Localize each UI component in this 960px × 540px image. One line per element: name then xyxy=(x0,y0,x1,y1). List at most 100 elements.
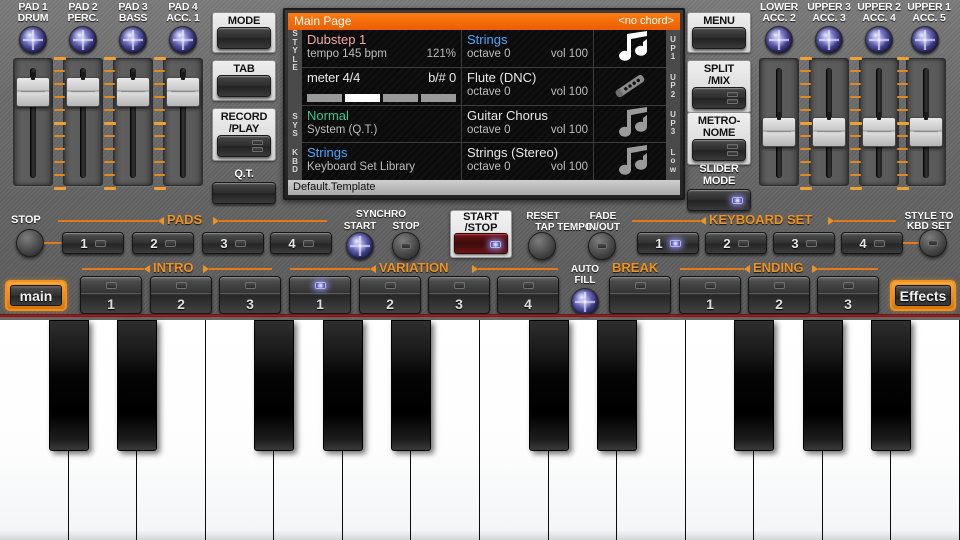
slider-knob[interactable] xyxy=(166,77,200,107)
variation-button-4[interactable]: 4 xyxy=(497,276,559,314)
pad-button-4[interactable]: 4 xyxy=(270,232,332,254)
menu-button-group[interactable]: MENU xyxy=(687,12,751,53)
slider-pad-4[interactable] xyxy=(163,58,203,186)
effects-button-group[interactable]: Effects xyxy=(890,280,956,311)
slider-upper3[interactable] xyxy=(809,58,849,186)
tab-button-group[interactable]: TAB xyxy=(212,60,276,101)
piano-black-key[interactable] xyxy=(803,320,843,451)
synchro-stop-button[interactable] xyxy=(392,232,420,260)
pad-button-2[interactable]: 2 xyxy=(132,232,194,254)
slider-pad-2[interactable] xyxy=(63,58,103,186)
mode-button[interactable] xyxy=(217,27,271,49)
ending-button-3[interactable]: 3 xyxy=(817,276,879,314)
intro-button-3[interactable]: 3 xyxy=(219,276,281,314)
part-select-button-upper3[interactable] xyxy=(815,26,843,54)
qt-button-group[interactable]: Q.T. xyxy=(212,168,276,204)
start-stop-button-group[interactable]: START /STOP xyxy=(450,210,512,258)
lcd-row-style[interactable]: Dubstep 1 tempo 145 bpm 121% Strings oct… xyxy=(302,30,666,68)
slider-pad-1[interactable] xyxy=(13,58,53,186)
qt-button[interactable] xyxy=(212,182,276,204)
intro-button-2[interactable]: 2 xyxy=(150,276,212,314)
pad-select-button-4[interactable] xyxy=(169,26,197,54)
split-mix-button[interactable] xyxy=(692,87,746,109)
keyboard-set-button-3[interactable]: 3 xyxy=(773,232,835,254)
ending-button-1[interactable]: 1 xyxy=(679,276,741,314)
slider-knob[interactable] xyxy=(16,77,50,107)
main-button-group[interactable]: main xyxy=(5,280,67,311)
lower-volume: vol 100 xyxy=(551,160,588,174)
synchro-start-button[interactable] xyxy=(346,232,374,260)
keyboard-set-button-1[interactable]: 1 xyxy=(637,232,699,254)
upper3-cell[interactable]: Guitar Chorus octave 0 vol 100 xyxy=(462,106,594,143)
lcd-row-kbd[interactable]: Strings Keyboard Set Library Strings (St… xyxy=(302,143,666,180)
lcd-display[interactable]: Main Page <no chord> STYLE SYS KBD Dubst… xyxy=(283,8,685,200)
mode-button-group[interactable]: MODE xyxy=(212,12,276,53)
part-select-button-upper2[interactable] xyxy=(865,26,893,54)
lower-cell[interactable]: Strings (Stereo) octave 0 vol 100 xyxy=(462,143,594,180)
pad-select-button-2[interactable] xyxy=(69,26,97,54)
record-play-button[interactable] xyxy=(217,135,271,157)
slider-knob[interactable] xyxy=(812,117,846,147)
intro-button-1[interactable]: 1 xyxy=(80,276,142,314)
main-button[interactable]: main xyxy=(10,285,62,306)
style-meter-cell[interactable]: meter 4/4 b/# 0 xyxy=(302,68,462,105)
fade-in-out-button[interactable] xyxy=(588,232,616,260)
upper2-cell[interactable]: Flute (DNC) octave 0 vol 100 xyxy=(462,68,594,105)
lcd-row-sys[interactable]: Normal System (Q.T.) Guitar Chorus octav… xyxy=(302,106,666,144)
break-button[interactable] xyxy=(609,276,671,314)
piano-black-key[interactable] xyxy=(391,320,431,451)
keyboard-set-button-2[interactable]: 2 xyxy=(705,232,767,254)
variation-button-1[interactable]: 1 xyxy=(289,276,351,314)
style-transpose: b/# 0 xyxy=(428,70,456,86)
upper1-cell[interactable]: Strings octave 0 vol 100 xyxy=(462,30,594,67)
split-mix-button-group[interactable]: SPLIT /MIX xyxy=(687,60,751,113)
slider-knob[interactable] xyxy=(116,77,150,107)
part-select-button-upper1[interactable] xyxy=(911,26,939,54)
menu-button[interactable] xyxy=(692,27,746,49)
style-to-kbd-set-button[interactable] xyxy=(919,229,947,257)
metronome-button[interactable] xyxy=(692,139,746,161)
slider-knob[interactable] xyxy=(66,77,100,107)
start-stop-button[interactable] xyxy=(454,233,508,254)
keyboard-set-button-4[interactable]: 4 xyxy=(841,232,903,254)
pad-select-button-1[interactable] xyxy=(19,26,47,54)
piano-black-key[interactable] xyxy=(734,320,774,451)
slider-knob[interactable] xyxy=(762,117,796,147)
slider-pad-3[interactable] xyxy=(113,58,153,186)
pad-button-1[interactable]: 1 xyxy=(62,232,124,254)
slider-knob[interactable] xyxy=(909,117,943,147)
lcd-row-meter[interactable]: meter 4/4 b/# 0 Flute (DNC) xyxy=(302,68,666,106)
variation-button-3[interactable]: 3 xyxy=(428,276,490,314)
slider-upper2[interactable] xyxy=(859,58,899,186)
piano-black-key[interactable] xyxy=(49,320,89,451)
piano-black-key[interactable] xyxy=(254,320,294,451)
slider-mode-button-group[interactable]: SLIDER MODE xyxy=(687,163,751,211)
slider-mode-button[interactable] xyxy=(687,189,751,211)
piano-black-key[interactable] xyxy=(597,320,637,451)
stop-button[interactable] xyxy=(16,229,44,257)
tab-button[interactable] xyxy=(217,75,271,97)
piano-black-key[interactable] xyxy=(529,320,569,451)
variation-button-2[interactable]: 2 xyxy=(359,276,421,314)
pad-button-3[interactable]: 3 xyxy=(202,232,264,254)
piano-black-key[interactable] xyxy=(871,320,911,451)
piano-keyboard[interactable] xyxy=(0,320,960,540)
reset-tap-tempo-button[interactable] xyxy=(528,232,556,260)
metronome-button-group[interactable]: METRO- NOME xyxy=(687,112,751,165)
record-play-button-group[interactable]: RECORD /PLAY xyxy=(212,108,276,161)
effects-button[interactable]: Effects xyxy=(895,285,951,306)
piano-black-key[interactable] xyxy=(323,320,363,451)
pad-select-button-3[interactable] xyxy=(119,26,147,54)
slider-lower[interactable] xyxy=(759,58,799,186)
part-select-button-lower[interactable] xyxy=(765,26,793,54)
slider-upper1[interactable] xyxy=(906,58,946,186)
piano-black-key[interactable] xyxy=(117,320,157,451)
system-cell[interactable]: Normal System (Q.T.) xyxy=(302,106,462,143)
auto-fill-button[interactable] xyxy=(571,288,599,316)
style-cell[interactable]: Dubstep 1 tempo 145 bpm 121% xyxy=(302,30,462,67)
keyboard-set-cell[interactable]: Strings Keyboard Set Library xyxy=(302,143,462,180)
variation-button-2-led-area xyxy=(360,277,420,294)
lcd-screen[interactable]: Main Page <no chord> STYLE SYS KBD Dubst… xyxy=(288,13,680,195)
ending-button-2[interactable]: 2 xyxy=(748,276,810,314)
slider-knob[interactable] xyxy=(862,117,896,147)
